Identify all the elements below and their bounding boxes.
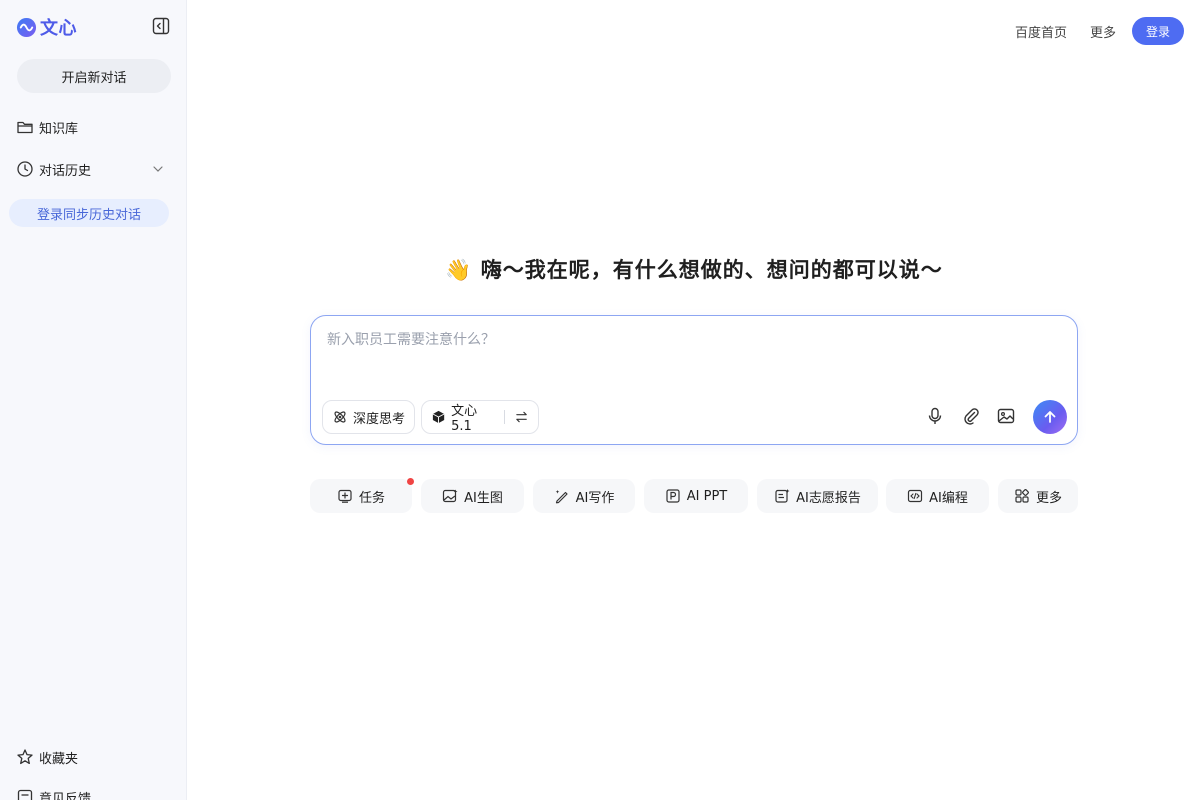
sidebar-item-favorites[interactable]: 收藏夹 [16,746,78,768]
brand-name: 文心 [40,18,77,39]
swap-icon[interactable] [514,409,529,425]
shortcut-ai-report[interactable]: AI志愿报告 [757,479,878,513]
feedback-icon [17,789,33,800]
shortcut-more[interactable]: 更多 [998,479,1078,513]
shortcut-label: AI PPT [686,488,728,504]
top-more-link[interactable]: 更多 [1090,22,1116,41]
code-icon [908,489,923,503]
ppt-icon [666,489,680,503]
divider [504,410,505,424]
sidebar: 文心 开启新对话 知识库 对话历史 登录同步历史对话 收藏夹 意见反馈 [0,0,187,800]
paperclip-icon[interactable] [961,406,981,426]
sidebar-item-label: 意见反馈 [39,791,92,800]
shortcut-label: 任务 [358,490,385,506]
sidebar-item-history[interactable]: 对话历史 [16,158,166,180]
model-label: 文心5.1 [451,404,478,434]
sidebar-item-label: 知识库 [39,121,79,137]
shortcut-ai-ppt[interactable]: AI PPT [644,479,748,513]
login-button[interactable]: 登录 [1132,17,1184,45]
cube-icon [432,410,445,424]
shortcut-ai-image[interactable]: AI生图 [421,479,524,513]
shortcut-label: AI写作 [575,490,615,506]
new-chat-button[interactable]: 开启新对话 [17,59,171,93]
deep-think-toggle[interactable]: 深度思考 [322,400,415,434]
deep-think-label: 深度思考 [353,411,406,427]
chevron-down-icon[interactable] [152,163,164,175]
wenxin-logo-icon [16,17,37,37]
greeting-title: 👋 嗨～我在呢，有什么想做的、想问的都可以说～ [445,258,943,282]
sidebar-item-label: 收藏夹 [39,751,79,767]
login-sync-button[interactable]: 登录同步历史对话 [9,199,169,227]
brand[interactable]: 文心 [16,14,77,40]
star-icon [17,749,33,765]
report-icon [775,489,790,503]
folder-icon [17,121,33,134]
chat-input-box: 深度思考 文心5.1 [310,315,1078,445]
sidebar-item-knowledge[interactable]: 知识库 [16,116,78,138]
image-gen-icon [443,489,458,503]
sidebar-item-feedback[interactable]: 意见反馈 [16,786,91,800]
notification-dot [407,478,414,485]
shortcut-ai-code[interactable]: AI编程 [886,479,989,513]
send-button[interactable] [1033,400,1067,434]
model-selector[interactable]: 文心5.1 [421,400,539,434]
atom-icon [334,411,346,423]
shortcut-ai-write[interactable]: AI写作 [533,479,635,513]
sidebar-item-label: 对话历史 [39,163,92,179]
shortcut-label: AI志愿报告 [796,490,861,506]
task-icon [338,489,352,503]
sidebar-collapse-icon[interactable] [152,17,170,35]
shortcut-label: AI编程 [929,490,968,506]
mic-icon[interactable] [925,406,945,426]
chat-input[interactable] [327,328,1057,352]
grid-icon [1015,489,1029,503]
image-icon[interactable] [996,406,1016,426]
clock-icon [17,161,33,177]
pen-icon [555,490,568,504]
arrow-up-icon [1044,411,1056,423]
shortcut-label: AI生图 [464,490,503,506]
shortcut-task[interactable]: 任务 [310,479,412,513]
shortcut-label: 更多 [1035,490,1062,506]
baidu-home-link[interactable]: 百度首页 [1015,22,1067,41]
